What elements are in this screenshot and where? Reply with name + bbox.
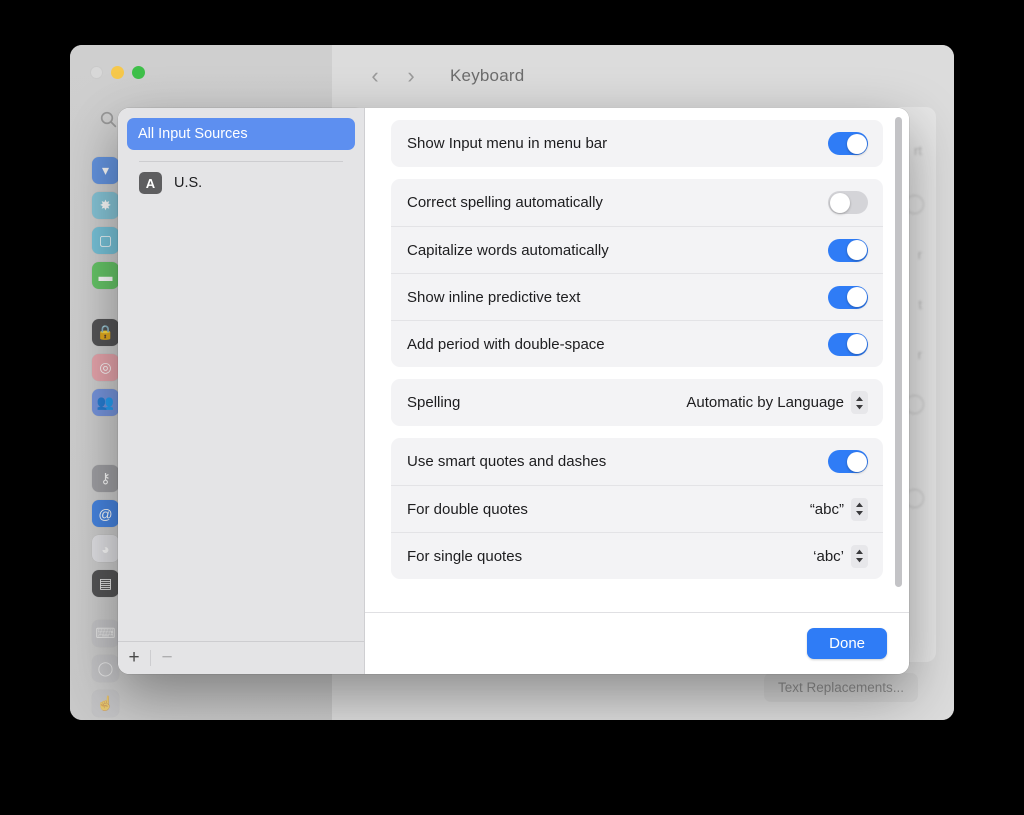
ghost-label-3: t [918,297,922,312]
row-smart-quotes[interactable]: Use smart quotes and dashes [391,438,883,485]
keyboard-layout-badge: A [139,172,162,194]
row-label: Capitalize words automatically [407,242,828,259]
passwords-key-icon[interactable]: ⚷ [92,465,119,492]
settings-card: Correct spelling automatically Capitaliz… [391,179,883,367]
row-spelling[interactable]: Spelling Automatic by Language [391,379,883,426]
row-label: Use smart quotes and dashes [407,453,828,470]
list-item[interactable]: A U.S. [127,162,355,194]
row-label: Correct spelling automatically [407,194,828,211]
ghost-label-4: r [918,347,922,362]
window-traffic-lights[interactable] [90,66,145,79]
row-capitalize-words[interactable]: Capitalize words automatically [391,226,883,273]
mouse-icon[interactable]: ◯ [92,655,119,682]
sidebar-item-all-input-sources[interactable]: All Input Sources [127,118,355,150]
back-button[interactable]: ‹ [360,61,390,91]
list-item-label: U.S. [174,175,202,191]
input-sources-list: All Input Sources A U.S. [118,108,364,194]
row-label: Show Input menu in menu bar [407,135,828,152]
input-sources-list-panel: All Input Sources A U.S. + − [118,108,365,674]
wifi-icon[interactable]: ▾ [92,157,119,184]
double-quotes-popup-stepper[interactable] [851,498,868,521]
sheet-footer: Done [365,612,909,674]
capitalize-words-toggle[interactable] [828,239,868,262]
sidebar-item-label: All Input Sources [138,126,248,142]
forward-button[interactable]: › [396,61,426,91]
settings-scroll-area: Show Input menu in menu bar Correct spel… [365,108,909,612]
single-quotes-value: ‘abc’ [813,548,844,565]
row-label: For single quotes [407,548,813,565]
row-double-quotes[interactable]: For double quotes “abc” [391,485,883,532]
lock-icon[interactable]: 🔒 [92,319,119,346]
maximize-window-button[interactable] [132,66,145,79]
spelling-value: Automatic by Language [686,394,844,411]
row-correct-spelling[interactable]: Correct spelling automatically [391,179,883,226]
input-settings-panel: Show Input menu in menu bar Correct spel… [365,108,909,674]
keyboard-icon[interactable]: ⌨ [92,620,119,647]
inline-predictive-text-toggle[interactable] [828,286,868,309]
row-inline-predictive-text[interactable]: Show inline predictive text [391,273,883,320]
row-add-period[interactable]: Add period with double-space [391,320,883,367]
users-icon[interactable]: 👥 [92,389,119,416]
sidebar-icon-group-input: ⌨ ◯ ☝ [92,620,119,720]
row-show-input-menu[interactable]: Show Input menu in menu bar [391,120,883,167]
network-icon[interactable]: ✸ [92,192,119,219]
correct-spelling-toggle[interactable] [828,191,868,214]
touchid-icon[interactable]: ◎ [92,354,119,381]
window-toolbar: ‹ › Keyboard [332,45,954,107]
gamecenter-icon[interactable]: ◕ [92,535,119,562]
done-button[interactable]: Done [807,628,887,659]
remove-input-source-button[interactable]: − [151,642,183,674]
bluetooth-icon[interactable]: ▢ [92,227,119,254]
spelling-popup-stepper[interactable] [851,391,868,414]
add-period-toggle[interactable] [828,333,868,356]
list-footer-toolbar: + − [118,641,364,674]
ghost-label-1: rt [914,143,922,158]
page-title: Keyboard [450,66,524,86]
sidebar-icon-group-network: ▾ ✸ ▢ ▬ 🔒 ◎ 👥 [92,157,119,424]
show-input-menu-toggle[interactable] [828,132,868,155]
minimize-window-button[interactable] [111,66,124,79]
battery-icon[interactable]: ▬ [92,262,119,289]
single-quotes-popup-stepper[interactable] [851,545,868,568]
smart-quotes-toggle[interactable] [828,450,868,473]
row-label: For double quotes [407,501,810,518]
row-label: Show inline predictive text [407,289,828,306]
internet-accounts-icon[interactable]: @ [92,500,119,527]
settings-card: Spelling Automatic by Language [391,379,883,426]
sidebar-icon-group-accounts: ⚷ @ ◕ ▤ [92,465,119,605]
text-replacements-button[interactable]: Text Replacements... [764,673,918,702]
wallet-icon[interactable]: ▤ [92,570,119,597]
add-input-source-button[interactable]: + [118,642,150,674]
trackpad-icon[interactable]: ☝ [92,690,119,717]
close-window-button[interactable] [90,66,103,79]
row-single-quotes[interactable]: For single quotes ‘abc’ [391,532,883,579]
row-label: Add period with double-space [407,336,828,353]
settings-scrollbar[interactable] [895,117,902,587]
settings-card: Use smart quotes and dashes For double q… [391,438,883,579]
input-sources-sheet: All Input Sources A U.S. + − Show Input … [118,108,909,674]
ghost-label-2: r [918,247,922,262]
scrollbar-thumb[interactable] [895,117,902,587]
row-label: Spelling [407,394,686,411]
settings-card: Show Input menu in menu bar [391,120,883,167]
double-quotes-value: “abc” [810,501,844,518]
